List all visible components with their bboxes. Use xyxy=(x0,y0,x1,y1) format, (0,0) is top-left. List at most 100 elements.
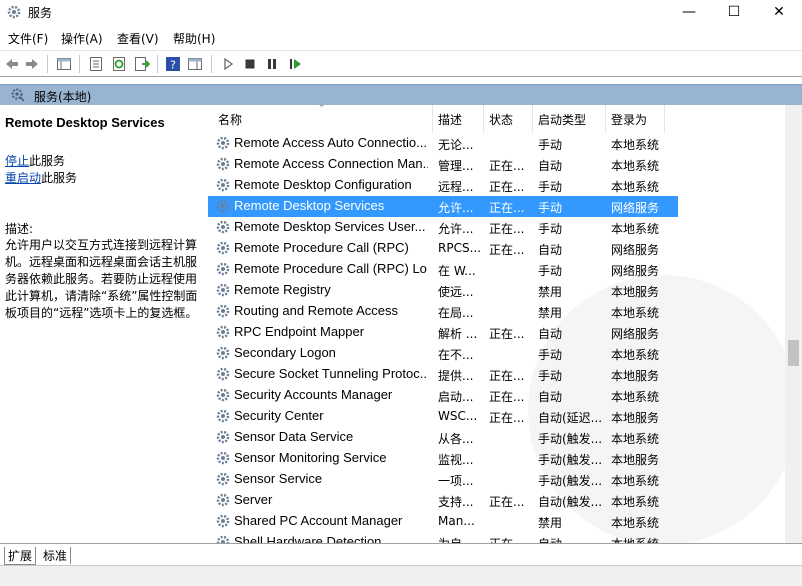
service-row[interactable]: Shell Hardware Detection 为自... 正在... 自动本地系统 xyxy=(208,532,678,543)
service-row[interactable]: Security Accounts Manager 启动... 正在... 自动 本地系… xyxy=(208,385,678,406)
service-description-cell: 解析 ... xyxy=(438,327,478,341)
service-row[interactable]: Secondary Logon 在不... 手动 本地系统 xyxy=(208,343,678,364)
restart-service-link[interactable]: 重启动 xyxy=(5,171,41,185)
pause-icon[interactable] xyxy=(264,56,280,72)
column-divider[interactable] xyxy=(432,105,433,133)
service-row[interactable]: Sensor Data Service 从各... 手动(触发... 本地系统 xyxy=(208,427,678,448)
service-row[interactable]: Routing and Remote Access 在局... 禁用 本地系统 xyxy=(208,301,678,322)
service-logon-cell: 本地服务 xyxy=(611,411,660,425)
play-icon[interactable] xyxy=(220,56,236,72)
menu-action[interactable]: 操作(A) xyxy=(61,30,103,47)
export-list-icon[interactable] xyxy=(134,56,150,72)
service-name-cell: Sensor Monitoring Service xyxy=(234,450,387,465)
properties-icon[interactable] xyxy=(88,56,104,72)
service-name-cell: Server xyxy=(234,492,273,507)
sort-arrow-icon: ⌃ xyxy=(318,105,326,114)
pane-title: 服务(本地) xyxy=(34,90,92,104)
close-button[interactable]: ✕ xyxy=(756,0,802,24)
service-description-cell: 支持... xyxy=(438,495,474,509)
restart-service-action: 重启动此服务 xyxy=(5,169,77,186)
service-startup-type-cell: 自动 xyxy=(538,243,563,257)
toolbar-separator xyxy=(157,55,158,73)
service-row[interactable]: Shared PC Account Manager Man... 禁用 本地系统 xyxy=(208,511,678,532)
service-logon-cell: 本地系统 xyxy=(611,535,677,543)
stop-icon[interactable] xyxy=(242,56,258,72)
menu-view[interactable]: 查看(V) xyxy=(117,30,159,47)
column-header-description[interactable]: 描述 xyxy=(436,111,462,128)
service-row[interactable]: Sensor Monitoring Service 监视... 手动(触发... 本地… xyxy=(208,448,678,469)
service-gear-icon xyxy=(215,366,231,382)
column-header-name[interactable]: 名称 xyxy=(216,111,242,128)
service-row[interactable]: Remote Registry 使远... 禁用 本地服务 xyxy=(208,280,678,301)
forward-arrow-icon[interactable] xyxy=(24,56,40,72)
scrollbar-thumb[interactable] xyxy=(788,340,799,366)
service-logon-cell: 本地系统 xyxy=(611,180,660,194)
service-row[interactable]: Sensor Service 一项... 手动(触发... 本地系统 xyxy=(208,469,678,490)
service-logon-cell: 本地系统 xyxy=(611,222,660,236)
refresh-icon[interactable] xyxy=(111,56,127,72)
tab-standard[interactable]: 标准 xyxy=(40,547,72,564)
service-row[interactable]: Server 支持... 正在... 自动(触发... 本地系统 xyxy=(208,490,678,511)
service-status-cell: 正在... xyxy=(489,159,525,173)
service-name-cell: Remote Desktop Services User... xyxy=(234,219,426,234)
pane-header: 服务(本地) xyxy=(0,84,802,105)
service-status-cell: 正在... xyxy=(489,369,525,383)
service-name-cell: Shell Hardware Detection xyxy=(234,534,382,543)
service-gear-icon xyxy=(215,492,231,508)
service-name-cell: Remote Access Auto Connectio... xyxy=(234,135,427,150)
vertical-scrollbar[interactable] xyxy=(785,105,802,543)
column-header-status[interactable]: 状态 xyxy=(487,111,513,128)
service-gear-icon xyxy=(215,345,231,361)
minimize-button[interactable]: — xyxy=(666,0,712,24)
service-startup-type-cell: 手动 xyxy=(538,180,563,194)
service-name-cell: Remote Desktop Configuration xyxy=(234,177,412,192)
service-row[interactable]: Remote Procedure Call (RPC) Lo... 在 W... 手… xyxy=(208,259,678,280)
service-logon-cell: 网络服务 xyxy=(611,327,660,341)
column-divider[interactable] xyxy=(532,105,533,133)
column-header-startup-type[interactable]: 启动类型 xyxy=(536,111,586,128)
service-gear-icon xyxy=(215,135,231,151)
service-gear-icon xyxy=(215,177,231,193)
service-row[interactable]: Remote Access Connection Man... 管理... 正在..… xyxy=(208,154,678,175)
console-tree-icon[interactable] xyxy=(56,56,72,72)
service-description-cell: 无论... xyxy=(438,138,474,152)
service-row[interactable]: Security Center WSC... 正在... 自动(延迟... 本地服务 xyxy=(208,406,678,427)
column-divider[interactable] xyxy=(664,105,665,133)
stop-service-link[interactable]: 停止 xyxy=(5,154,29,168)
maximize-button[interactable]: ☐ xyxy=(711,0,757,24)
menu-file[interactable]: 文件(F) xyxy=(8,30,48,47)
service-startup-type-cell: 手动(触发... xyxy=(538,432,603,446)
service-status-cell: 正在... xyxy=(489,327,525,341)
service-row[interactable]: Secure Socket Tunneling Protoc... 提供... 正在… xyxy=(208,364,678,385)
menu-help[interactable]: 帮助(H) xyxy=(173,30,215,47)
back-arrow-icon[interactable] xyxy=(4,56,20,72)
service-row[interactable]: Remote Procedure Call (RPC) RPCS... 正在... 自… xyxy=(208,238,678,259)
service-row[interactable]: Remote Access Auto Connectio... 无论... 手动 本地… xyxy=(208,133,678,154)
service-logon-cell: 本地系统 xyxy=(611,432,660,446)
column-divider[interactable] xyxy=(483,105,484,133)
column-divider[interactable] xyxy=(605,105,606,133)
service-logon-cell: 本地服务 xyxy=(611,285,660,299)
service-logon-cell: 本地服务 xyxy=(611,369,660,383)
service-row[interactable]: RPC Endpoint Mapper 解析 ... 正在... 自动 网络服务 xyxy=(208,322,678,343)
tab-extended[interactable]: 扩展 xyxy=(4,547,37,565)
service-status-cell: 正在... xyxy=(489,495,525,509)
service-name-cell: Shared PC Account Manager xyxy=(234,513,403,528)
service-row[interactable]: Remote Desktop Services User... 允许... 正在..… xyxy=(208,217,678,238)
service-startup-type-cell: 手动 xyxy=(538,201,563,215)
service-row[interactable]: Remote Desktop Services 允许... 正在... 手动 网络服务 xyxy=(208,196,678,217)
service-gear-icon xyxy=(215,471,231,487)
help-icon[interactable]: ? xyxy=(165,56,181,72)
service-row[interactable]: Remote Desktop Configuration 远程... 正在... 手动… xyxy=(208,175,678,196)
restart-icon[interactable] xyxy=(287,56,303,72)
column-header-logon-as[interactable]: 登录为 xyxy=(609,111,647,128)
service-description-cell: 在 W... xyxy=(438,264,476,278)
service-status-cell: 正在... xyxy=(489,535,529,543)
service-name-cell: Remote Procedure Call (RPC) xyxy=(234,240,409,255)
services-gear-icon xyxy=(7,5,21,19)
service-startup-type-cell: 手动 xyxy=(538,138,563,152)
show-hide-icon[interactable] xyxy=(187,56,203,72)
service-logon-cell: 本地系统 xyxy=(611,159,660,173)
service-description-cell: Man... xyxy=(438,514,475,528)
stop-service-action: 停止此服务 xyxy=(5,152,65,169)
